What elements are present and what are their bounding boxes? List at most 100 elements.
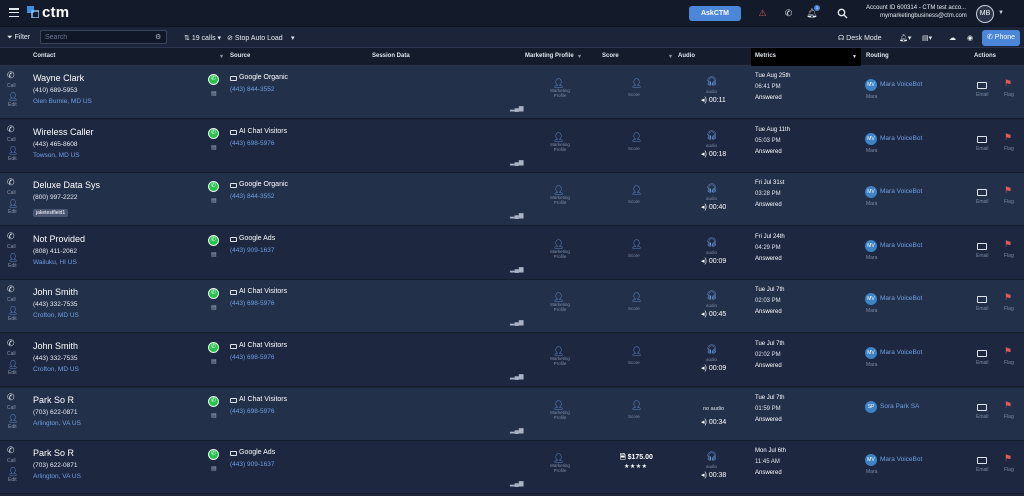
search-input[interactable] xyxy=(40,30,167,44)
whatsapp-icon[interactable]: ✆ xyxy=(208,127,219,139)
tracking-number[interactable]: (443) 909-1637 xyxy=(230,247,274,254)
settings-icon[interactable]: ⚙ xyxy=(155,33,161,41)
column-session-data[interactable]: Session Data xyxy=(372,53,410,59)
phone-icon[interactable]: ✆ xyxy=(7,124,15,135)
headphones-icon[interactable]: 🎧︎ xyxy=(706,290,717,301)
tracking-number[interactable]: (443) 844-3552 xyxy=(230,86,274,93)
chevron-down-icon[interactable]: ▾ xyxy=(669,53,672,60)
phone-icon[interactable]: ✆ xyxy=(7,70,15,81)
score-icon[interactable]: 👤︎ xyxy=(631,185,642,196)
person-edit-icon[interactable]: 👤︎ xyxy=(8,92,18,101)
whatsapp-icon[interactable]: ✆ xyxy=(208,181,219,193)
stop-auto-load-button[interactable]: ⊘ Stop Auto Load xyxy=(227,34,283,42)
table-row[interactable]: ✆ Call 👤︎ Edit Park So R (703) 622-0871 Arling… xyxy=(0,387,1024,441)
person-edit-icon[interactable]: 👤︎ xyxy=(8,306,18,315)
phone-icon[interactable]: ✆ xyxy=(7,177,15,188)
contact-name[interactable]: Deluxe Data Sys xyxy=(33,180,100,190)
chevron-down-icon[interactable]: ▾ xyxy=(291,34,295,42)
contact-name[interactable]: Park So R xyxy=(33,395,74,405)
bar-chart-icon[interactable]: ▂▄▆ xyxy=(510,159,523,166)
table-row[interactable]: ✆ Call 👤︎ Edit Wayne Clark (410) 689-5953 Glen… xyxy=(0,66,1024,119)
table-row[interactable]: ✆ Call 👤︎ Edit John Smith (443) 332-7535 Croft… xyxy=(0,334,1024,387)
columns-icon[interactable]: ▤▾ xyxy=(922,34,932,42)
tracking-number[interactable]: (443) 698-5976 xyxy=(230,300,274,307)
bar-chart-icon[interactable]: ▂▄▆ xyxy=(510,480,523,487)
phone-icon[interactable]: ✆ xyxy=(7,284,15,295)
table-row[interactable]: ✆ Call 👤︎ Edit Wireless Caller (443) 465-8608… xyxy=(0,119,1024,173)
flag-icon[interactable]: ⚑ xyxy=(1004,185,1012,196)
routing-name[interactable]: Mara VoiceBot xyxy=(880,456,922,463)
phone-icon[interactable]: ✆ xyxy=(7,231,15,242)
person-edit-icon[interactable]: 👤︎ xyxy=(8,467,18,476)
contact-location[interactable]: Glen Burnie, MD US xyxy=(33,98,92,105)
score-icon[interactable]: 👤︎ xyxy=(631,239,642,250)
column-metrics[interactable]: Metrics xyxy=(755,53,776,59)
phone-icon[interactable]: ✆ xyxy=(7,445,15,456)
flag-icon[interactable]: ⚑ xyxy=(1004,400,1012,411)
contact-location[interactable]: Arlington, VA US xyxy=(33,420,81,427)
document-icon[interactable]: ▤ xyxy=(211,197,217,204)
chevron-down-icon[interactable]: ▼ xyxy=(998,10,1004,16)
search-icon[interactable] xyxy=(837,8,848,19)
column-audio[interactable]: Audio xyxy=(678,53,695,59)
bar-chart-icon[interactable]: ▂▄▆ xyxy=(510,266,523,273)
document-icon[interactable]: ▤ xyxy=(211,412,217,419)
table-row[interactable]: ✆ Call 👤︎ Edit Deluxe Data Sys (800) 997-2222… xyxy=(0,173,1024,227)
whatsapp-icon[interactable]: ✆ xyxy=(208,342,219,353)
document-icon[interactable]: ▤ xyxy=(211,251,217,258)
tracking-number[interactable]: (443) 698-5976 xyxy=(230,140,274,147)
chevron-down-icon[interactable]: ▾ xyxy=(578,53,581,60)
alert-icon[interactable]: ⚠ xyxy=(757,8,768,19)
tracking-number[interactable]: (443) 909-1637 xyxy=(230,461,274,468)
person-edit-icon[interactable]: 👤︎ xyxy=(8,360,18,369)
flag-icon[interactable]: ⚑ xyxy=(1004,453,1012,464)
bar-chart-icon[interactable]: ▂▄▆ xyxy=(510,427,523,434)
score-icon[interactable]: 👤︎ xyxy=(631,132,642,143)
whatsapp-icon[interactable]: ✆ xyxy=(208,74,219,85)
document-icon[interactable]: ▤ xyxy=(211,90,217,97)
routing-name[interactable]: Mara VoiceBot xyxy=(880,295,922,302)
routing-name[interactable]: Sora Park SA xyxy=(880,403,919,410)
table-row[interactable]: ✆ Call 👤︎ Edit John Smith (443) 332-7535 Croft… xyxy=(0,280,1024,334)
contact-name[interactable]: John Smith xyxy=(33,341,78,351)
table-row[interactable]: ✆ Call 👤︎ Edit Not Provided (808) 411-2062 Wai… xyxy=(0,226,1024,280)
routing-name[interactable]: Mara VoiceBot xyxy=(880,242,922,249)
flag-icon[interactable]: ⚑ xyxy=(1004,239,1012,250)
whatsapp-icon[interactable]: ✆ xyxy=(208,234,219,246)
headphones-icon[interactable]: 🎧︎ xyxy=(706,76,717,87)
column-marketing-profile[interactable]: Marketing Profile xyxy=(525,53,574,59)
person-edit-icon[interactable]: 👤︎ xyxy=(8,253,18,262)
headphones-icon[interactable]: 🎧︎ xyxy=(706,237,717,248)
whatsapp-icon[interactable]: ✆ xyxy=(208,395,219,407)
column-source[interactable]: Source xyxy=(230,53,250,59)
askctm-button[interactable]: AskCTM xyxy=(689,6,741,21)
person-edit-icon[interactable]: 👤︎ xyxy=(8,199,18,208)
routing-name[interactable]: Mara VoiceBot xyxy=(880,188,922,195)
bar-chart-icon[interactable]: ▂▄▆ xyxy=(510,319,523,326)
column-routing[interactable]: Routing xyxy=(866,53,889,59)
email-icon[interactable] xyxy=(977,350,987,357)
flag-icon[interactable]: ⚑ xyxy=(1004,132,1012,143)
phone-icon[interactable]: ✆ xyxy=(783,8,794,19)
score-icon[interactable]: 👤︎ xyxy=(631,292,642,303)
headphones-icon[interactable]: 🎧︎ xyxy=(706,344,717,355)
contact-location[interactable]: Towson, MD US xyxy=(33,152,80,159)
contact-name[interactable]: Park So R xyxy=(33,448,74,458)
email-icon[interactable] xyxy=(977,296,987,304)
headphones-icon[interactable]: 🎧︎ xyxy=(706,130,717,141)
contact-location[interactable]: Wailuku, HI US xyxy=(33,259,77,266)
score-icon[interactable]: 👤︎ xyxy=(631,346,642,357)
chevron-down-icon[interactable]: ▾ xyxy=(220,53,223,60)
filter-button[interactable]: ⏷ Filter xyxy=(7,34,30,42)
phone-icon[interactable]: ✆ xyxy=(7,338,15,349)
score-icon[interactable]: 👤︎ xyxy=(631,78,642,89)
routing-name[interactable]: Mara VoiceBot xyxy=(880,349,922,356)
contact-name[interactable]: Wireless Caller xyxy=(33,127,94,137)
bar-chart-icon[interactable]: ▂▄▆ xyxy=(510,105,523,112)
contact-location[interactable]: Crofton, MD US xyxy=(33,312,79,319)
cloud-icon[interactable]: ☁ xyxy=(949,34,956,42)
document-icon[interactable]: ▤ xyxy=(211,358,217,365)
phone-icon[interactable]: ✆ xyxy=(7,392,15,403)
phone-button[interactable]: ✆ Phone xyxy=(982,30,1020,46)
email-icon[interactable] xyxy=(977,82,987,89)
